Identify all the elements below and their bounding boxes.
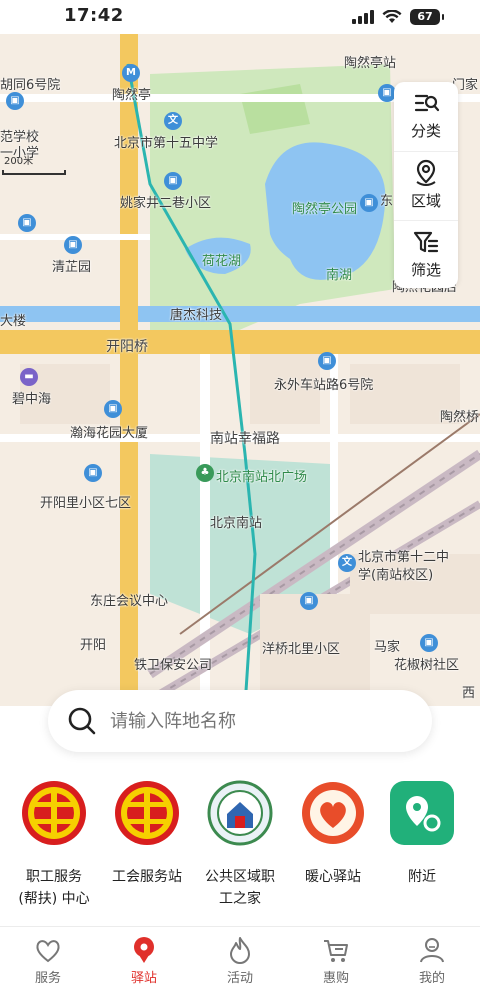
tab-shopping[interactable]: 惠购 [306,935,366,986]
quick-entry-warm-station[interactable]: 暖心驿站 [287,780,379,888]
region-icon [416,159,436,186]
map-scale-bar [2,170,66,175]
category-label: 分类 [410,122,441,140]
poi-building-icon[interactable]: ▣ [18,214,36,232]
map-label: 北京南站 [210,516,263,531]
quick-entry-union-station[interactable]: 工会服务站 [101,780,193,888]
map-label: 姚家井二巷小区 [120,196,212,211]
map-label: 北京市第十二中 [358,550,450,565]
tab-mine[interactable]: 我的 [402,935,462,986]
map-label: 学(南站校区) [358,568,434,583]
map-label: 陶然亭站 [344,56,397,71]
tab-label: 惠购 [322,971,349,986]
poi-building-icon[interactable]: ▣ [164,172,182,190]
map-label: 南站幸福路 [210,431,280,447]
search-input[interactable] [110,710,390,732]
quick-entry-label: 暖心驿站 [305,869,361,885]
map-label: 陶然亭 [112,88,152,103]
map-label: 瀚海花园大厦 [70,426,149,441]
map-view[interactable]: 200米 ▣ M 文 ▣ ▣ ▣ ▣ ▣ ▬ ▣ ♣ ▣ 文 ▣ ▣ ▣ 胡同6… [0,34,480,706]
map-label: 洋桥北里小区 [262,642,341,657]
map-label: 碧中海 [12,392,52,407]
tab-station[interactable]: 驿站 [114,935,174,986]
poi-school-icon[interactable]: 文 [164,112,182,130]
user-icon [420,938,444,963]
quick-entry-public-home[interactable]: 公共区域职 工之家 [194,780,286,910]
tab-label: 我的 [418,971,445,986]
map-label: 荷花湖 [202,254,242,269]
category-button[interactable]: 分类 [394,82,458,150]
nearby-icon [390,781,454,845]
map-label: 花椒树社区 [394,658,460,673]
status-time: 17:42 [64,5,124,26]
map-label: 开阳 [80,638,107,653]
map-label: 胡同6号院 [0,78,61,93]
tab-label: 服务 [34,971,61,986]
map-label: 大楼 [0,314,27,329]
map-label: 陶然桥 [440,410,480,425]
poi-building-icon[interactable]: ▣ [318,352,336,370]
battery-icon: 67 [410,9,444,25]
bottom-tab-bar: 服务 驿站 活动 惠购 我的 [0,926,480,992]
tab-label: 活动 [226,971,253,986]
shopping-cart-icon [324,940,348,962]
quick-entry-label: 职工服务 (帮扶) 中心 [18,869,90,907]
poi-hotel-icon[interactable]: ▬ [20,368,38,386]
quick-entry-service-center[interactable]: 职工服务 (帮扶) 中心 [8,780,100,910]
poi-building-icon[interactable]: ▣ [104,400,122,418]
tab-service[interactable]: 服务 [18,935,78,986]
region-label: 区域 [410,192,441,210]
tab-label: 驿站 [130,971,157,986]
tab-activity[interactable]: 活动 [210,935,270,986]
map-label: 一小学 [0,146,40,161]
signal-icon [352,10,374,24]
region-button[interactable]: 区域 [394,151,458,219]
location-pin-icon [134,937,154,963]
wifi-icon [382,10,402,23]
union-logo-icon [115,781,179,845]
quick-entry-label: 工会服务站 [112,869,182,885]
map-label: 开阳里小区七区 [40,496,132,511]
poi-building-icon[interactable]: ▣ [300,592,318,610]
poi-building-icon[interactable]: ▣ [360,194,378,212]
map-label: 南湖 [326,268,353,283]
poi-building-icon[interactable]: ▣ [84,464,102,482]
union-logo-icon [22,781,86,845]
quick-entries: 职工服务 (帮扶) 中心 工会服务站 公共区域职 工之家 暖心驿站 附近 [0,780,480,920]
workers-home-icon [207,780,273,846]
map-label: 东庄会议中心 [90,594,169,609]
search-icon [68,707,96,735]
map-toolbar: 分类 区域 筛选 [394,82,458,288]
map-label: 陶然亭公园 [292,202,358,217]
map-label: 永外车站路6号院 [274,378,374,393]
status-bar: 17:42 67 [0,0,480,34]
filter-icon [413,231,439,253]
map-label: 清芷园 [52,260,92,275]
quick-entry-label: 公共区域职 工之家 [205,869,275,907]
map-label: 铁卫保安公司 [134,658,213,673]
poi-building-icon[interactable]: ▣ [420,634,438,652]
flame-icon [230,937,250,964]
map-label: 西 [462,686,476,701]
poi-building-icon[interactable]: ▣ [6,92,24,110]
quick-entry-label: 附近 [408,869,436,885]
map-label: 北京市第十五中学 [114,136,219,151]
category-icon [414,94,440,112]
quick-entry-nearby[interactable]: 附近 [376,780,468,888]
poi-school-icon[interactable]: 文 [338,554,356,572]
map-label: 开阳桥 [106,339,148,355]
status-icons: 67 [352,9,444,25]
poi-building-icon[interactable]: ▣ [64,236,82,254]
map-label: 北京南站北广场 [216,470,308,485]
heart-hand-icon [36,940,60,963]
heart-station-icon [302,782,364,844]
filter-button[interactable]: 筛选 [394,220,458,288]
map-label: 东 [380,194,394,209]
filter-label: 筛选 [410,261,441,279]
map-label: 马家 [374,640,401,655]
map-label: 唐杰科技 [170,308,223,323]
poi-tree-icon[interactable]: ♣ [196,464,214,482]
search-bar[interactable] [48,690,432,752]
subway-station-icon[interactable]: M [122,64,140,82]
